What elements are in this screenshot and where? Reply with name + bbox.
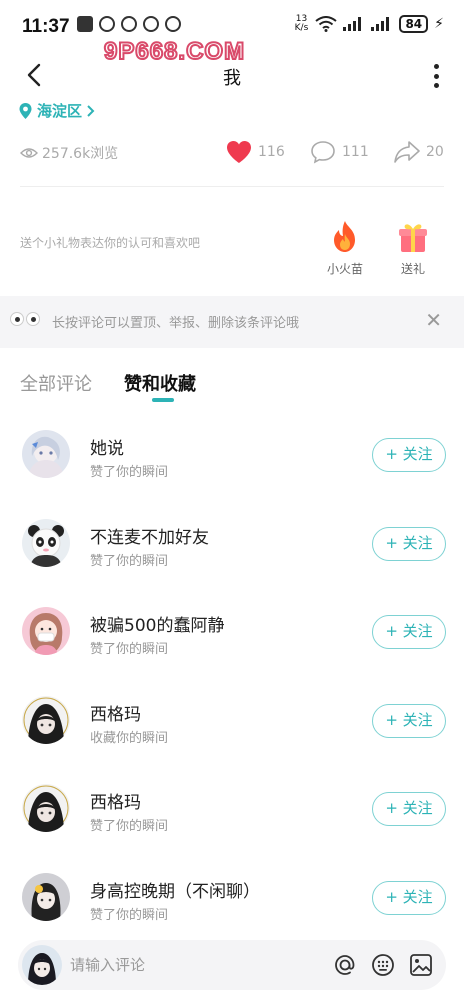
tab-likes-favorites[interactable]: 赞和收藏 [124,370,196,396]
close-tip-button[interactable]: ✕ [425,308,442,332]
user-name[interactable]: 她说 [90,434,124,459]
flame-icon [334,221,355,252]
share-arrow-icon [394,141,420,163]
tip-banner: 长按评论可以置顶、举报、删除该条评论哦 ✕ [0,296,464,348]
comment-bubble-icon [311,141,335,164]
user-action: 赞了你的瞬间 [90,553,169,569]
user-name[interactable]: 身高控晚期（不闲聊） [90,877,260,902]
share-button[interactable]: 20 [394,140,444,164]
user-action: 赞了你的瞬间 [90,907,169,923]
list-item[interactable]: 西格玛 赞了你的瞬间 + 关注 [0,764,464,853]
mute-bell-icon [165,16,181,32]
emoji-button[interactable] [370,952,396,978]
list-item[interactable]: 西格玛 收藏你的瞬间 + 关注 [0,676,464,765]
bluetooth-icon [143,16,159,32]
gift-label: 送礼 [400,262,425,276]
at-sign-icon [335,955,355,975]
list-item[interactable]: 不连麦不加好友 赞了你的瞬间 + 关注 [0,499,464,588]
follow-button[interactable]: + 关注 [372,526,446,561]
follow-button[interactable]: + 关注 [372,880,446,915]
dot-icon [434,83,439,88]
at-circle-icon [99,16,115,32]
battery-level: 84 [399,15,429,33]
avatar[interactable] [22,430,70,478]
charging-icon: ⚡ [434,16,444,32]
avatar[interactable] [22,872,70,921]
signal-icon-2 [371,17,393,31]
divider [20,186,444,187]
network-speed: 13 K/s [294,14,309,33]
stats-row: 257.6k浏览 116 111 20 [20,140,444,166]
follow-button[interactable]: + 关注 [372,438,446,472]
eye-icon [121,16,137,32]
dot-icon [434,73,439,79]
nav-bar: 我 [0,52,464,98]
gift-flame-button[interactable]: 小火苗 [320,220,370,277]
signal-icon [343,17,365,31]
like-button[interactable]: 116 [226,140,285,164]
gift-label: 小火苗 [326,262,363,276]
tab-all-comments[interactable]: 全部评论 [20,370,92,396]
status-right-icons: 13 K/s 84 ⚡ [293,15,444,33]
wifi-icon [315,16,338,32]
image-button[interactable] [408,952,434,978]
avatar[interactable] [22,784,70,833]
eye-icon [20,148,38,158]
location-label: 海淀区 [37,102,83,120]
location-pin-icon [18,102,33,120]
image-icon [410,954,432,976]
heart-icon [227,141,251,163]
user-action: 赞了你的瞬间 [90,819,169,835]
like-count: 116 [258,144,285,160]
gift-icon [399,224,427,252]
avatar[interactable] [22,518,70,567]
user-name[interactable]: 西格玛 [90,700,141,725]
comment-button[interactable]: 111 [310,140,369,164]
comment-tabs: 全部评论 赞和收藏 [0,364,464,408]
gift-prompt: 送个小礼物表达你的认可和喜欢吧 [20,236,201,250]
notification-app-icon [77,16,93,32]
comment-bar [18,940,446,990]
location-tag[interactable]: 海淀区 [18,100,96,121]
follow-button[interactable]: + 关注 [372,703,446,738]
follow-button[interactable]: + 关注 [372,792,446,827]
notification-icons [77,16,181,32]
user-action: 收藏你的瞬间 [90,730,169,746]
user-action: 赞了你的瞬间 [90,465,169,480]
list-item[interactable]: 她说 赞了你的瞬间 + 关注 [0,410,464,499]
more-options-button[interactable] [434,64,440,88]
page-title: 我 [223,68,241,89]
likes-list: 她说 赞了你的瞬间 + 关注 不连麦不加好友 赞了你的瞬间 + 关注 被骗500… [0,410,464,942]
comment-count: 111 [342,144,369,160]
my-avatar[interactable] [22,945,62,985]
user-action: 赞了你的瞬间 [90,642,169,658]
view-count: 257.6k浏览 [20,143,118,163]
emoji-keyboard-icon [372,954,394,976]
gift-send-button[interactable]: 送礼 [388,220,438,277]
status-time: 11:37 [22,16,70,37]
user-name[interactable]: 西格玛 [90,788,141,813]
list-item[interactable]: 身高控晚期（不闲聊） 赞了你的瞬间 + 关注 [0,853,464,942]
avatar[interactable] [22,607,70,656]
user-name[interactable]: 不连麦不加好友 [90,523,209,548]
active-tab-indicator [152,398,174,402]
dot-icon [434,64,439,69]
tip-text: 长按评论可以置顶、举报、删除该条评论哦 [52,316,300,331]
peeking-eyes-icon [10,312,40,326]
avatar[interactable] [22,695,70,744]
mention-button[interactable] [332,952,358,978]
list-item[interactable]: 被骗500的蠢阿静 赞了你的瞬间 + 关注 [0,587,464,676]
comment-input[interactable] [70,950,290,980]
user-name[interactable]: 被骗500的蠢阿静 [90,611,224,636]
chevron-right-icon [87,104,95,117]
share-count: 20 [426,144,444,160]
follow-button[interactable]: + 关注 [372,615,446,650]
